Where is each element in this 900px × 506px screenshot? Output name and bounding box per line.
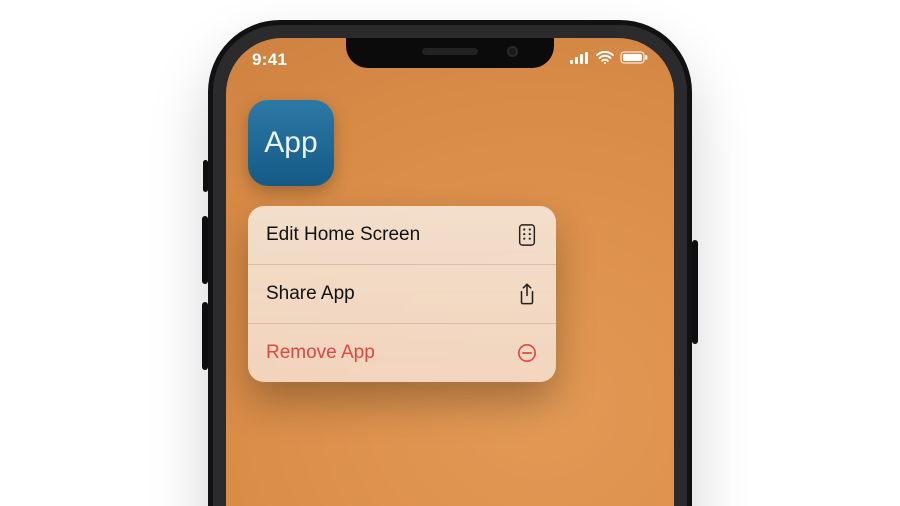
volume-up-button[interactable]	[202, 216, 208, 284]
menu-item-share-app[interactable]: Share App	[248, 265, 556, 324]
power-button[interactable]	[692, 240, 698, 344]
screen: 9:41 App Edit Home S	[226, 38, 674, 506]
status-bar: 9:41	[226, 48, 674, 72]
apps-grid-icon	[516, 224, 538, 246]
mute-switch[interactable]	[203, 160, 208, 192]
menu-item-edit-home-screen[interactable]: Edit Home Screen	[248, 206, 556, 265]
context-menu: Edit Home Screen S	[248, 206, 556, 382]
phone-frame: 9:41 App Edit Home S	[208, 20, 692, 506]
status-time: 9:41	[252, 50, 287, 70]
share-icon	[516, 283, 538, 305]
menu-item-remove-app[interactable]: Remove App	[248, 324, 556, 382]
menu-item-label: Edit Home Screen	[266, 224, 420, 246]
app-icon-label: App	[264, 126, 317, 160]
volume-down-button[interactable]	[202, 302, 208, 370]
status-indicators	[570, 51, 648, 69]
menu-item-label: Share App	[266, 283, 355, 305]
battery-icon	[620, 51, 648, 69]
cellular-icon	[570, 51, 590, 69]
menu-item-label: Remove App	[266, 342, 375, 364]
remove-circle-icon	[516, 342, 538, 364]
stage: 9:41 App Edit Home S	[0, 0, 900, 506]
wifi-icon	[596, 51, 614, 69]
app-icon[interactable]: App	[248, 100, 334, 186]
